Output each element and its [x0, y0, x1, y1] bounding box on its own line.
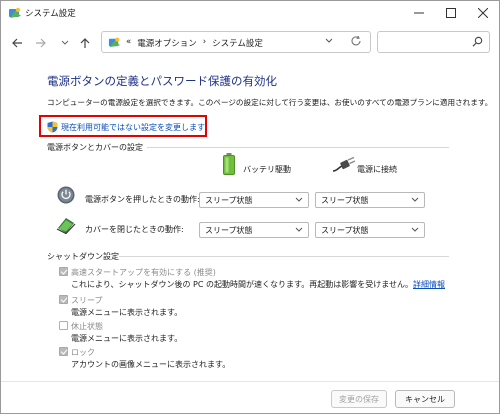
lid-close-battery-select[interactable]: スリープ状態 — [199, 222, 309, 238]
power-button-plugged-select[interactable]: スリープ状態 — [315, 192, 425, 208]
refresh-button[interactable] — [350, 35, 362, 49]
arrow-left-icon — [12, 38, 22, 48]
chevron-down-icon — [295, 197, 303, 202]
section-divider — [147, 147, 449, 148]
more-info-link[interactable]: 詳細情報 — [413, 280, 445, 289]
sleep-checkbox[interactable] — [59, 295, 68, 304]
lock-checkbox[interactable] — [59, 347, 68, 356]
lid-close-action-label: カバーを閉じたときの動作: — [85, 225, 184, 234]
breadcrumb: « 電源オプション › システム設定 — [126, 37, 263, 49]
shutdown-section-title: シャットダウン設定 — [47, 252, 119, 261]
select-value: スリープ状態 — [205, 226, 253, 235]
power-button-battery-select[interactable]: スリープ状態 — [199, 192, 309, 208]
lock-label: ロック — [71, 348, 95, 357]
close-button[interactable] — [467, 1, 499, 25]
chevron-down-icon — [411, 227, 419, 232]
select-value: スリープ状態 — [205, 196, 253, 205]
refresh-icon — [351, 35, 361, 46]
arrow-up-icon — [80, 38, 90, 48]
sleep-description: 電源メニューに表示されます。 — [71, 308, 183, 317]
arrow-right-icon — [36, 38, 46, 48]
save-changes-button[interactable]: 変更の保存 — [331, 390, 387, 408]
battery-column-header: バッテリ駆動 — [243, 165, 291, 174]
address-dropdown-button[interactable] — [324, 36, 334, 48]
chevron-down-icon — [61, 40, 69, 45]
maximize-icon — [446, 8, 456, 18]
laptop-lid-icon — [56, 216, 76, 236]
back-button[interactable] — [9, 35, 25, 51]
fast-startup-description-text: これにより、シャットダウン後の PC の起動時間が速くなります。再起動は影響を受… — [71, 280, 413, 289]
control-panel-icon — [8, 6, 22, 20]
uac-shield-icon — [47, 121, 58, 135]
page-description: コンピューターの電源設定を選択できます。このページの設定に対して行う変更は、お使… — [47, 98, 493, 107]
lid-close-plugged-select[interactable]: スリープ状態 — [315, 222, 425, 238]
section-divider — [119, 256, 449, 257]
select-value: スリープ状態 — [321, 196, 369, 205]
change-unavailable-settings-link[interactable]: 現在利用可能ではない設定を変更します — [61, 122, 205, 133]
up-button[interactable] — [77, 35, 93, 51]
power-plug-icon — [332, 156, 356, 175]
title-bar: システム設定 — [1, 1, 499, 25]
hibernate-checkbox[interactable] — [59, 321, 68, 330]
minimize-button[interactable] — [403, 1, 435, 25]
chevron-down-icon — [325, 38, 333, 43]
window-title: システム設定 — [25, 9, 76, 19]
footer-bar: 変更の保存 キャンセル — [1, 381, 499, 413]
recent-locations-button[interactable] — [57, 35, 73, 51]
sleep-label: スリープ — [71, 296, 103, 305]
power-button-action-label: 電源ボタンを押したときの動作: — [85, 195, 200, 204]
select-value: スリープ状態 — [321, 226, 369, 235]
breadcrumb-system-settings[interactable]: システム設定 — [212, 37, 263, 49]
breadcrumb-overflow[interactable]: « — [126, 37, 131, 49]
maximize-button[interactable] — [435, 1, 467, 25]
hibernate-description: 電源メニューに表示されます。 — [71, 334, 183, 343]
control-panel-icon — [108, 36, 121, 49]
chevron-down-icon — [411, 197, 419, 202]
breadcrumb-power-options[interactable]: 電源オプション — [137, 37, 197, 49]
plugged-in-column-header: 電源に接続 — [357, 165, 397, 174]
address-bar[interactable]: « 電源オプション › システム設定 — [101, 31, 371, 53]
chevron-down-icon — [295, 227, 303, 232]
power-section-title: 電源ボタンとカバーの設定 — [47, 143, 143, 152]
page-title: 電源ボタンの定義とパスワード保護の有効化 — [47, 74, 277, 88]
forward-button[interactable] — [33, 35, 49, 51]
change-settings-highlight: 現在利用可能ではない設定を変更します — [39, 115, 207, 137]
fast-startup-checkbox[interactable] — [59, 267, 68, 276]
search-icon — [472, 36, 483, 49]
close-icon — [478, 8, 488, 18]
search-input[interactable] — [377, 31, 490, 53]
breadcrumb-separator: › — [202, 37, 207, 47]
hibernate-label: 休止状態 — [71, 322, 103, 331]
fast-startup-label: 高速スタートアップを有効にする (推奨) — [71, 268, 216, 277]
system-settings-window: システム設定 « 電源オプション › システム設定 電源ボタンの定義とパスワード… — [0, 0, 500, 414]
cancel-button[interactable]: キャンセル — [395, 390, 455, 408]
fast-startup-description: これにより、シャットダウン後の PC の起動時間が速くなります。再起動は影響を受… — [71, 279, 445, 290]
power-button-icon — [57, 186, 75, 206]
lock-description: アカウントの画像メニューに表示されます。 — [71, 360, 231, 369]
minimize-icon — [414, 12, 424, 14]
battery-icon — [223, 153, 235, 177]
